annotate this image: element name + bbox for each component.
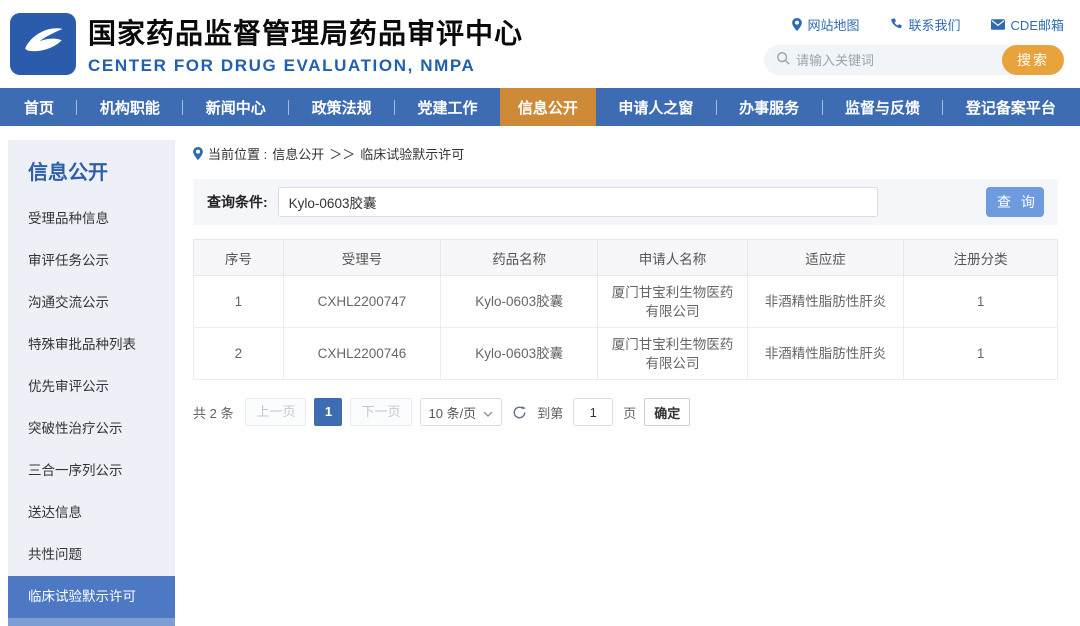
nav-divider [394,99,396,115]
next-page-button[interactable]: 下一页 [350,398,412,426]
sidebar-bottom-strip [8,618,175,626]
query-box: 查询条件: 查 询 [193,179,1058,225]
table-cell-registration-class: 1 [903,275,1058,328]
nav-divider [76,99,78,115]
nav-divider [182,99,184,115]
goto-unit: 页 [623,405,637,421]
site-title: 国家药品监督管理局药品审评中心 [88,18,524,49]
col-header-drug-name: 药品名称 [440,239,599,276]
sitemap-link[interactable]: 网站地图 [791,15,860,34]
nav-item-applicant-window[interactable]: 申请人之窗 [608,88,703,126]
sidebar-item-three-in-one[interactable]: 三合一序列公示 [8,450,175,492]
search-button[interactable]: 搜索 [1002,45,1064,75]
table-cell-drug-name: Kylo-0603胶囊 [440,327,599,380]
table-cell-indication: 非酒精性脂肪性肝炎 [746,327,905,380]
table-cell-seq: 1 [193,275,284,328]
sidebar-item-priority-review[interactable]: 优先审评公示 [8,366,175,408]
goto-page-input[interactable] [573,398,614,426]
table-cell-acceptance-number: CXHL2200746 [282,327,442,380]
page-size-select[interactable]: 10 条/页 [419,398,503,426]
main-panel: 当前位置 : 信息公开 ＞＞ 临床试验默示许可 查询条件: 查 询 序号 [175,126,1080,626]
breadcrumb-separator: ＞＞ [329,147,356,162]
header-right: 网站地图 联系我们 CDE邮箱 请输入关键词 搜索 [764,13,1064,75]
col-header-indication: 适应症 [746,239,905,276]
sidebar-item-special-approval[interactable]: 特殊审批品种列表 [8,324,175,366]
mailbox-link[interactable]: CDE邮箱 [990,15,1064,34]
sidebar-item-breakthrough-therapy[interactable]: 突破性治疗公示 [8,408,175,450]
table-cell-seq: 2 [193,327,284,380]
main-nav: 首页 机构职能 新闻中心 政策法规 党建工作 信息公开 申请人之窗 办事服务 监… [0,88,1080,126]
nav-item-registration-platform[interactable]: 登记备案平台 [956,88,1066,126]
sidebar-item-common-issues[interactable]: 共性问题 [8,534,175,576]
cde-logo-swoosh-icon [17,16,69,73]
table-cell-drug-name: Kylo-0603胶囊 [440,275,599,328]
site-header: 国家药品监督管理局药品审评中心 CENTER FOR DRUG EVALUATI… [0,0,1080,88]
mail-icon [990,19,1005,30]
sidebar-title: 信息公开 [28,162,108,184]
results-table: 序号 受理号 药品名称 申请人名称 适应症 注册分类 1 CXHL2200747… [193,239,1058,380]
table-cell-applicant: 厦门甘宝利生物医药有限公司 [597,275,748,328]
chevron-down-icon [483,405,493,420]
table-cell-applicant: 厦门甘宝利生物医药有限公司 [597,327,748,380]
nav-item-home[interactable]: 首页 [14,88,64,126]
contact-link[interactable]: 联系我们 [890,15,961,34]
nav-divider [942,99,944,115]
nav-divider [288,99,290,115]
refresh-icon[interactable] [512,405,527,420]
col-header-registration-class: 注册分类 [903,239,1058,276]
cde-logo[interactable] [10,13,76,75]
breadcrumb-current: 临床试验默示许可 [360,147,465,162]
cde-page: 国家药品监督管理局药品审评中心 CENTER FOR DRUG EVALUATI… [0,0,1080,626]
nav-item-news[interactable]: 新闻中心 [196,88,276,126]
prev-page-button[interactable]: 上一页 [245,398,307,426]
table-row: 2 CXHL2200746 Kylo-0603胶囊 厦门甘宝利生物医药有限公司 … [193,327,1058,380]
breadcrumb-prefix: 当前位置 : [208,147,268,162]
sidebar-item-delivery-info[interactable]: 送达信息 [8,492,175,534]
query-input[interactable] [277,187,878,217]
table-row: 1 CXHL2200747 Kylo-0603胶囊 厦门甘宝利生物医药有限公司 … [193,275,1058,328]
col-header-seq: 序号 [193,239,284,276]
nav-item-organization[interactable]: 机构职能 [90,88,170,126]
goto-label: 到第 [537,405,564,421]
contact-link-label: 联系我们 [908,18,961,33]
nav-item-supervision-feedback[interactable]: 监督与反馈 [835,88,930,126]
location-pin-icon [193,147,203,160]
sidebar-item-review-tasks[interactable]: 审评任务公示 [8,240,175,282]
location-icon [791,18,802,31]
breadcrumb: 当前位置 : 信息公开 ＞＞ 临床试验默示许可 [193,144,1058,163]
table-header-row: 序号 受理号 药品名称 申请人名称 适应症 注册分类 [193,239,1058,276]
query-label: 查询条件: [207,194,268,210]
phone-icon [890,18,903,31]
sidebar-item-clinical-trial-implied-license[interactable]: 临床试验默示许可 [8,576,175,618]
title-block: 国家药品监督管理局药品审评中心 CENTER FOR DRUG EVALUATI… [88,12,523,76]
query-button[interactable]: 查 询 [986,187,1044,217]
nav-divider [715,99,717,115]
search-bar: 搜索 [764,45,1064,75]
pagination: 共 2 条 上一页 1 下一页 10 条/页 到第 页 确定 [193,398,1058,426]
site-subtitle: CENTER FOR DRUG EVALUATION, NMPA [88,56,476,75]
mailbox-link-label: CDE邮箱 [1010,18,1064,33]
breadcrumb-section-link[interactable]: 信息公开 [272,144,324,163]
content: 信息公开 受理品种信息 审评任务公示 沟通交流公示 特殊审批品种列表 优先审评公… [0,126,1080,626]
nav-divider [821,99,823,115]
page-size-value: 10 条/页 [428,405,477,421]
sidebar-item-communication[interactable]: 沟通交流公示 [8,282,175,324]
nav-item-information-disclosure[interactable]: 信息公开 [499,88,596,126]
col-header-acceptance-number: 受理号 [282,239,442,276]
table-cell-indication: 非酒精性脂肪性肝炎 [746,275,905,328]
nav-item-services[interactable]: 办事服务 [729,88,809,126]
quick-links: 网站地图 联系我们 CDE邮箱 [791,15,1064,34]
sitemap-link-label: 网站地图 [807,18,860,33]
pagination-total: 共 2 条 [193,405,234,421]
table-cell-registration-class: 1 [903,327,1058,380]
page-number-button[interactable]: 1 [314,398,343,426]
nav-item-party[interactable]: 党建工作 [407,88,487,126]
sidebar: 信息公开 受理品种信息 审评任务公示 沟通交流公示 特殊审批品种列表 优先审评公… [8,140,175,626]
col-header-applicant: 申请人名称 [597,239,748,276]
goto-confirm-button[interactable]: 确定 [644,398,691,426]
sidebar-item-accepted-varieties[interactable]: 受理品种信息 [8,198,175,240]
table-cell-acceptance-number: CXHL2200747 [282,275,442,328]
search-icon [776,51,790,70]
nav-item-policy[interactable]: 政策法规 [302,88,382,126]
